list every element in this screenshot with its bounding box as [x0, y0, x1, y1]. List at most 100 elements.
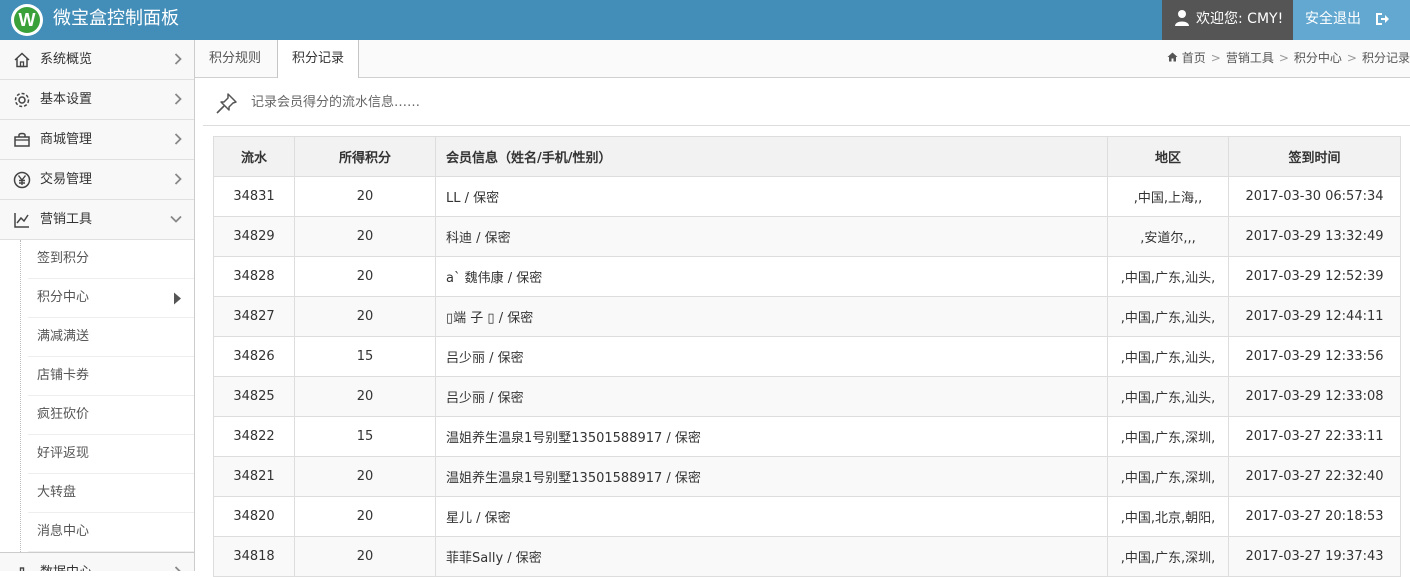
table-header-row: 流水 所得积分 会员信息（姓名/手机/性别） 地区 签到时间: [213, 136, 1401, 177]
subitem-label: 好评返现: [37, 446, 90, 461]
cell-member: 科迪 / 保密: [435, 216, 1108, 257]
sidebar-item-shop[interactable]: 商城管理: [0, 120, 194, 160]
sidebar-item-overview[interactable]: 系统概览: [0, 40, 194, 80]
cell-member: LL / 保密: [435, 176, 1108, 217]
chevron-right-icon: [174, 133, 182, 149]
sidebar-subitem-discount[interactable]: 满减满送: [28, 318, 194, 357]
sign-out-icon: [1374, 11, 1390, 31]
sidebar-subitem-wheel[interactable]: 大转盘: [28, 474, 194, 513]
cell-time: 2017-03-27 20:18:53: [1228, 496, 1401, 537]
cell-serial: 34826: [213, 336, 295, 377]
cell-points: 15: [294, 336, 436, 377]
yen-icon: [13, 171, 31, 189]
cell-region: ,中国,广东,汕头,: [1107, 296, 1229, 337]
top-header: W 微宝盒控制面板 欢迎您: CMY! 安全退出: [0, 0, 1410, 40]
cell-region: ,中国,广东,汕头,: [1107, 376, 1229, 417]
subitem-label: 店铺卡券: [37, 368, 90, 383]
subitem-label: 签到积分: [37, 251, 90, 266]
cell-time: 2017-03-29 13:32:49: [1228, 216, 1401, 257]
subitem-label: 大转盘: [37, 485, 77, 500]
caret-right-icon: [173, 292, 182, 309]
sidebar-subitem-cashback[interactable]: 好评返现: [28, 435, 194, 474]
cell-serial: 34827: [213, 296, 295, 337]
sidebar-item-label: 基本设置: [40, 92, 93, 107]
logout-label: 安全退出: [1305, 11, 1361, 27]
table-row: 34829 20 科迪 / 保密 ,安道尔,,, 2017-03-29 13:32:49: [213, 216, 1401, 257]
cell-member: 吕少丽 / 保密: [435, 336, 1108, 377]
column-header-region: 地区: [1107, 136, 1229, 177]
cell-member: 温姐养生温泉1号别墅13501588917 / 保密: [435, 416, 1108, 457]
cell-points: 20: [294, 456, 436, 497]
user-icon: [1174, 9, 1190, 31]
cell-serial: 34831: [213, 176, 295, 217]
cell-time: 2017-03-27 22:33:11: [1228, 416, 1401, 457]
chevron-down-icon: [170, 213, 182, 228]
subitem-label: 疯狂砍价: [37, 407, 90, 422]
cell-serial: 34822: [213, 416, 295, 457]
column-header-serial: 流水: [213, 136, 295, 177]
app-title: 微宝盒控制面板: [53, 8, 179, 29]
cell-member: 温姐养生温泉1号别墅13501588917 / 保密: [435, 456, 1108, 497]
points-records-table: 流水 所得积分 会员信息（姓名/手机/性别） 地区 签到时间 34831 20 LL…: [213, 136, 1401, 577]
cell-region: ,中国,广东,汕头,: [1107, 336, 1229, 377]
sidebar-item-trade[interactable]: 交易管理: [0, 160, 194, 200]
breadcrumb-separator: >: [1346, 51, 1357, 65]
sidebar-subitem-signin-points[interactable]: 签到积分: [28, 240, 194, 279]
cell-member: 吕少丽 / 保密: [435, 376, 1108, 417]
sidebar-subitem-coupons[interactable]: 店铺卡券: [28, 357, 194, 396]
cell-points: 20: [294, 176, 436, 217]
shop-icon: [13, 131, 31, 149]
table-row: 34825 20 吕少丽 / 保密 ,中国,广东,汕头, 2017-03-29 12:3…: [213, 376, 1401, 417]
chevron-right-icon: [174, 93, 182, 109]
sidebar: 系统概览 基本设置 商城管理 交易管理 营销工具 签到积分 积分中心 满减满送 …: [0, 40, 195, 571]
table-row: 34820 20 星儿 / 保密 ,中国,北京,朝阳, 2017-03-27 20:18…: [213, 496, 1401, 537]
cell-time: 2017-03-29 12:33:08: [1228, 376, 1401, 417]
column-header-time: 签到时间: [1228, 136, 1401, 177]
page-description: 记录会员得分的流水信息……: [203, 78, 1410, 126]
cell-points: 15: [294, 416, 436, 457]
sidebar-item-settings[interactable]: 基本设置: [0, 80, 194, 120]
logo-letter: W: [14, 7, 40, 33]
cell-points: 20: [294, 496, 436, 537]
table-row: 34822 15 温姐养生温泉1号别墅13501588917 / 保密 ,中国,广东,…: [213, 416, 1401, 457]
logo-icon[interactable]: W: [11, 4, 43, 36]
chart-icon: [13, 211, 31, 229]
data-icon: [13, 564, 31, 571]
sidebar-subitem-messages[interactable]: 消息中心: [28, 513, 194, 552]
cell-serial: 34829: [213, 216, 295, 257]
sidebar-item-marketing[interactable]: 营销工具: [0, 200, 194, 240]
sidebar-item-label: 系统概览: [40, 52, 93, 67]
cell-time: 2017-03-29 12:44:11: [1228, 296, 1401, 337]
cell-region: ,安道尔,,,: [1107, 216, 1229, 257]
cell-region: ,中国,广东,深圳,: [1107, 416, 1229, 457]
breadcrumb-points-center[interactable]: 积分中心: [1294, 51, 1342, 65]
cell-region: ,中国,广东,深圳,: [1107, 456, 1229, 497]
chevron-right-icon: [174, 53, 182, 69]
sidebar-subitem-points-center[interactable]: 积分中心: [28, 279, 194, 318]
subitem-label: 积分中心: [37, 290, 90, 305]
gear-icon: [13, 91, 31, 109]
logout-button[interactable]: 安全退出: [1293, 0, 1410, 40]
home-small-icon: [1167, 51, 1182, 65]
sidebar-subitem-bargain[interactable]: 疯狂砍价: [28, 396, 194, 435]
sidebar-item-data-center[interactable]: 数据中心: [0, 552, 194, 571]
breadcrumb-marketing[interactable]: 营销工具: [1226, 51, 1274, 65]
table-row: 34831 20 LL / 保密 ,中国,上海,, 2017-03-30 06:57:3…: [213, 176, 1401, 217]
breadcrumb: 首页 > 营销工具 > 积分中心 > 积分记录: [1167, 40, 1410, 77]
tab-points-rules[interactable]: 积分规则: [195, 40, 275, 77]
tab-bar: 积分规则 积分记录 首页 > 营销工具 > 积分中心 > 积分记录: [195, 40, 1410, 78]
chevron-right-icon: [174, 566, 182, 571]
breadcrumb-home[interactable]: 首页: [1182, 51, 1206, 65]
main-content: 积分规则 积分记录 首页 > 营销工具 > 积分中心 > 积分记录 记录会员得分的流水信息……: [195, 40, 1410, 577]
breadcrumb-current: 积分记录: [1361, 51, 1410, 65]
tab-points-records[interactable]: 积分记录: [277, 40, 360, 78]
column-header-points: 所得积分: [294, 136, 436, 177]
subitem-label: 消息中心: [37, 524, 90, 539]
cell-region: ,中国,上海,,: [1107, 176, 1229, 217]
home-icon: [13, 51, 31, 69]
breadcrumb-separator: >: [1210, 51, 1221, 65]
table-row: 34821 20 温姐养生温泉1号别墅13501588917 / 保密 ,中国,广东,…: [213, 456, 1401, 497]
user-menu[interactable]: 欢迎您: CMY!: [1162, 0, 1293, 40]
cell-time: 2017-03-27 22:32:40: [1228, 456, 1401, 497]
subitem-label: 满减满送: [37, 329, 90, 344]
